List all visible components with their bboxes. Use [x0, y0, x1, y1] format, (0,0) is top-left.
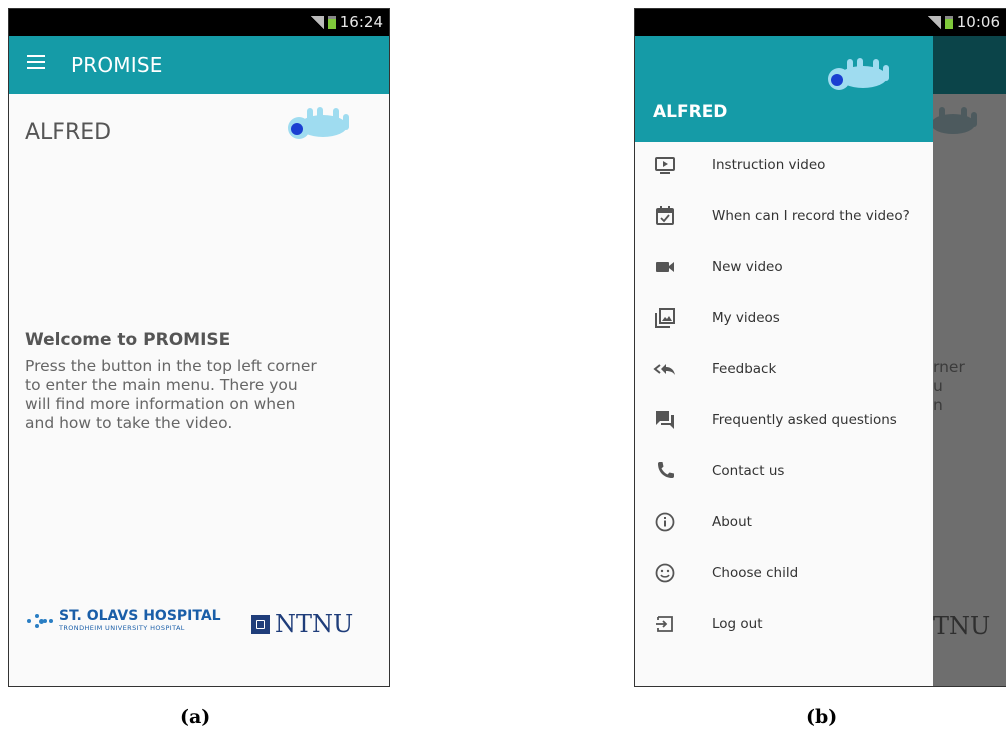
- info-icon: [655, 512, 675, 532]
- app-title: PROMISE: [71, 53, 163, 77]
- dimmed-line: rner: [933, 358, 965, 376]
- status-time: 16:24: [339, 13, 383, 31]
- signal-icon: [927, 15, 941, 29]
- menu-item-label: Log out: [712, 616, 763, 632]
- menu-item-label: Contact us: [712, 463, 785, 479]
- ntnu-logo: NTNU: [251, 610, 353, 638]
- welcome-title: Welcome to PROMISE: [25, 330, 231, 350]
- status-time: 10:06: [956, 13, 1000, 31]
- st-olavs-dots-icon: [27, 611, 53, 631]
- signal-icon: [310, 15, 324, 29]
- menu-item-label: New video: [712, 259, 783, 275]
- drawer-child-name: ALFRED: [653, 102, 728, 122]
- menu-item-new-video[interactable]: New video: [635, 252, 933, 303]
- welcome-line: Press the button in the top left corner: [25, 357, 317, 375]
- dimmed-welcome-text: rner u n: [933, 358, 965, 415]
- baby-logo-icon: [288, 107, 349, 139]
- child-name: ALFRED: [25, 120, 112, 145]
- smiley-face-icon: [655, 563, 675, 583]
- app-bar: PROMISE: [9, 36, 389, 94]
- drawer-header: ALFRED: [635, 36, 933, 142]
- dimmed-line: u: [933, 377, 943, 395]
- dimmed-background[interactable]: rner u n TNU: [933, 94, 1006, 686]
- exit-icon: [656, 616, 673, 632]
- dimmed-app-bar: [933, 36, 1006, 94]
- menu-item-label: Frequently asked questions: [712, 412, 897, 428]
- ntnu-name: NTNU: [275, 610, 354, 638]
- battery-charging-icon: [327, 15, 336, 29]
- forum-icon: [656, 411, 674, 429]
- dimmed-ntnu-logo: TNU: [933, 612, 991, 640]
- welcome-line: and how to take the video.: [25, 414, 233, 432]
- navigation-drawer: ALFRED Instruction video When can I reco…: [635, 36, 933, 686]
- menu-item-instruction-video[interactable]: Instruction video: [635, 150, 933, 201]
- status-bar: 16:24: [9, 9, 389, 36]
- screen-menu: 10:06 rner u n TNU ALFRED Instruction vi…: [634, 8, 1006, 687]
- baby-logo-icon: [828, 58, 889, 90]
- menu-item-contact-us[interactable]: Contact us: [635, 456, 933, 507]
- st-olavs-logo: ST. OLAVS HOSPITAL TRONDHEIM UNIVERSITY …: [27, 609, 221, 633]
- ntnu-mark-icon: [251, 614, 270, 634]
- menu-item-label: My videos: [712, 310, 780, 326]
- hospital-name: ST. OLAVS HOSPITAL: [59, 608, 221, 624]
- phone-icon: [658, 462, 674, 478]
- reply-all-icon: [653, 364, 675, 375]
- welcome-text: Press the button in the top left corner …: [25, 357, 370, 433]
- menu-item-label: When can I record the video?: [712, 208, 910, 224]
- caption-b: (b): [806, 706, 838, 728]
- video-camera-icon: [656, 262, 674, 272]
- menu-item-faq[interactable]: Frequently asked questions: [635, 405, 933, 456]
- menu-item-feedback[interactable]: Feedback: [635, 354, 933, 405]
- battery-icon: [944, 15, 953, 29]
- caption-a: (a): [180, 706, 211, 728]
- welcome-line: will find more information on when: [25, 395, 296, 413]
- drawer-menu: Instruction video When can I record the …: [635, 150, 933, 660]
- hospital-subtitle: TRONDHEIM UNIVERSITY HOSPITAL: [59, 624, 185, 632]
- welcome-line: to enter the main menu. There you: [25, 376, 298, 394]
- play-video-icon: [655, 157, 675, 174]
- dimmed-baby-icon: [933, 107, 977, 134]
- menu-item-label: Choose child: [712, 565, 799, 581]
- menu-item-log-out[interactable]: Log out: [635, 609, 933, 660]
- photo-library-icon: [655, 308, 675, 328]
- menu-item-choose-child[interactable]: Choose child: [635, 558, 933, 609]
- menu-item-my-videos[interactable]: My videos: [635, 303, 933, 354]
- menu-item-about[interactable]: About: [635, 507, 933, 558]
- calendar-check-icon: [656, 206, 674, 225]
- status-bar: 10:06: [635, 9, 1006, 36]
- dimmed-line: n: [933, 396, 943, 414]
- screen-main: 16:24 PROMISE ALFRED Welcome to PROMISE …: [8, 8, 390, 687]
- menu-item-label: About: [712, 514, 752, 530]
- menu-item-label: Instruction video: [712, 157, 826, 173]
- menu-item-when-record[interactable]: When can I record the video?: [635, 201, 933, 252]
- menu-item-label: Feedback: [712, 361, 777, 377]
- menu-icon[interactable]: [27, 55, 45, 69]
